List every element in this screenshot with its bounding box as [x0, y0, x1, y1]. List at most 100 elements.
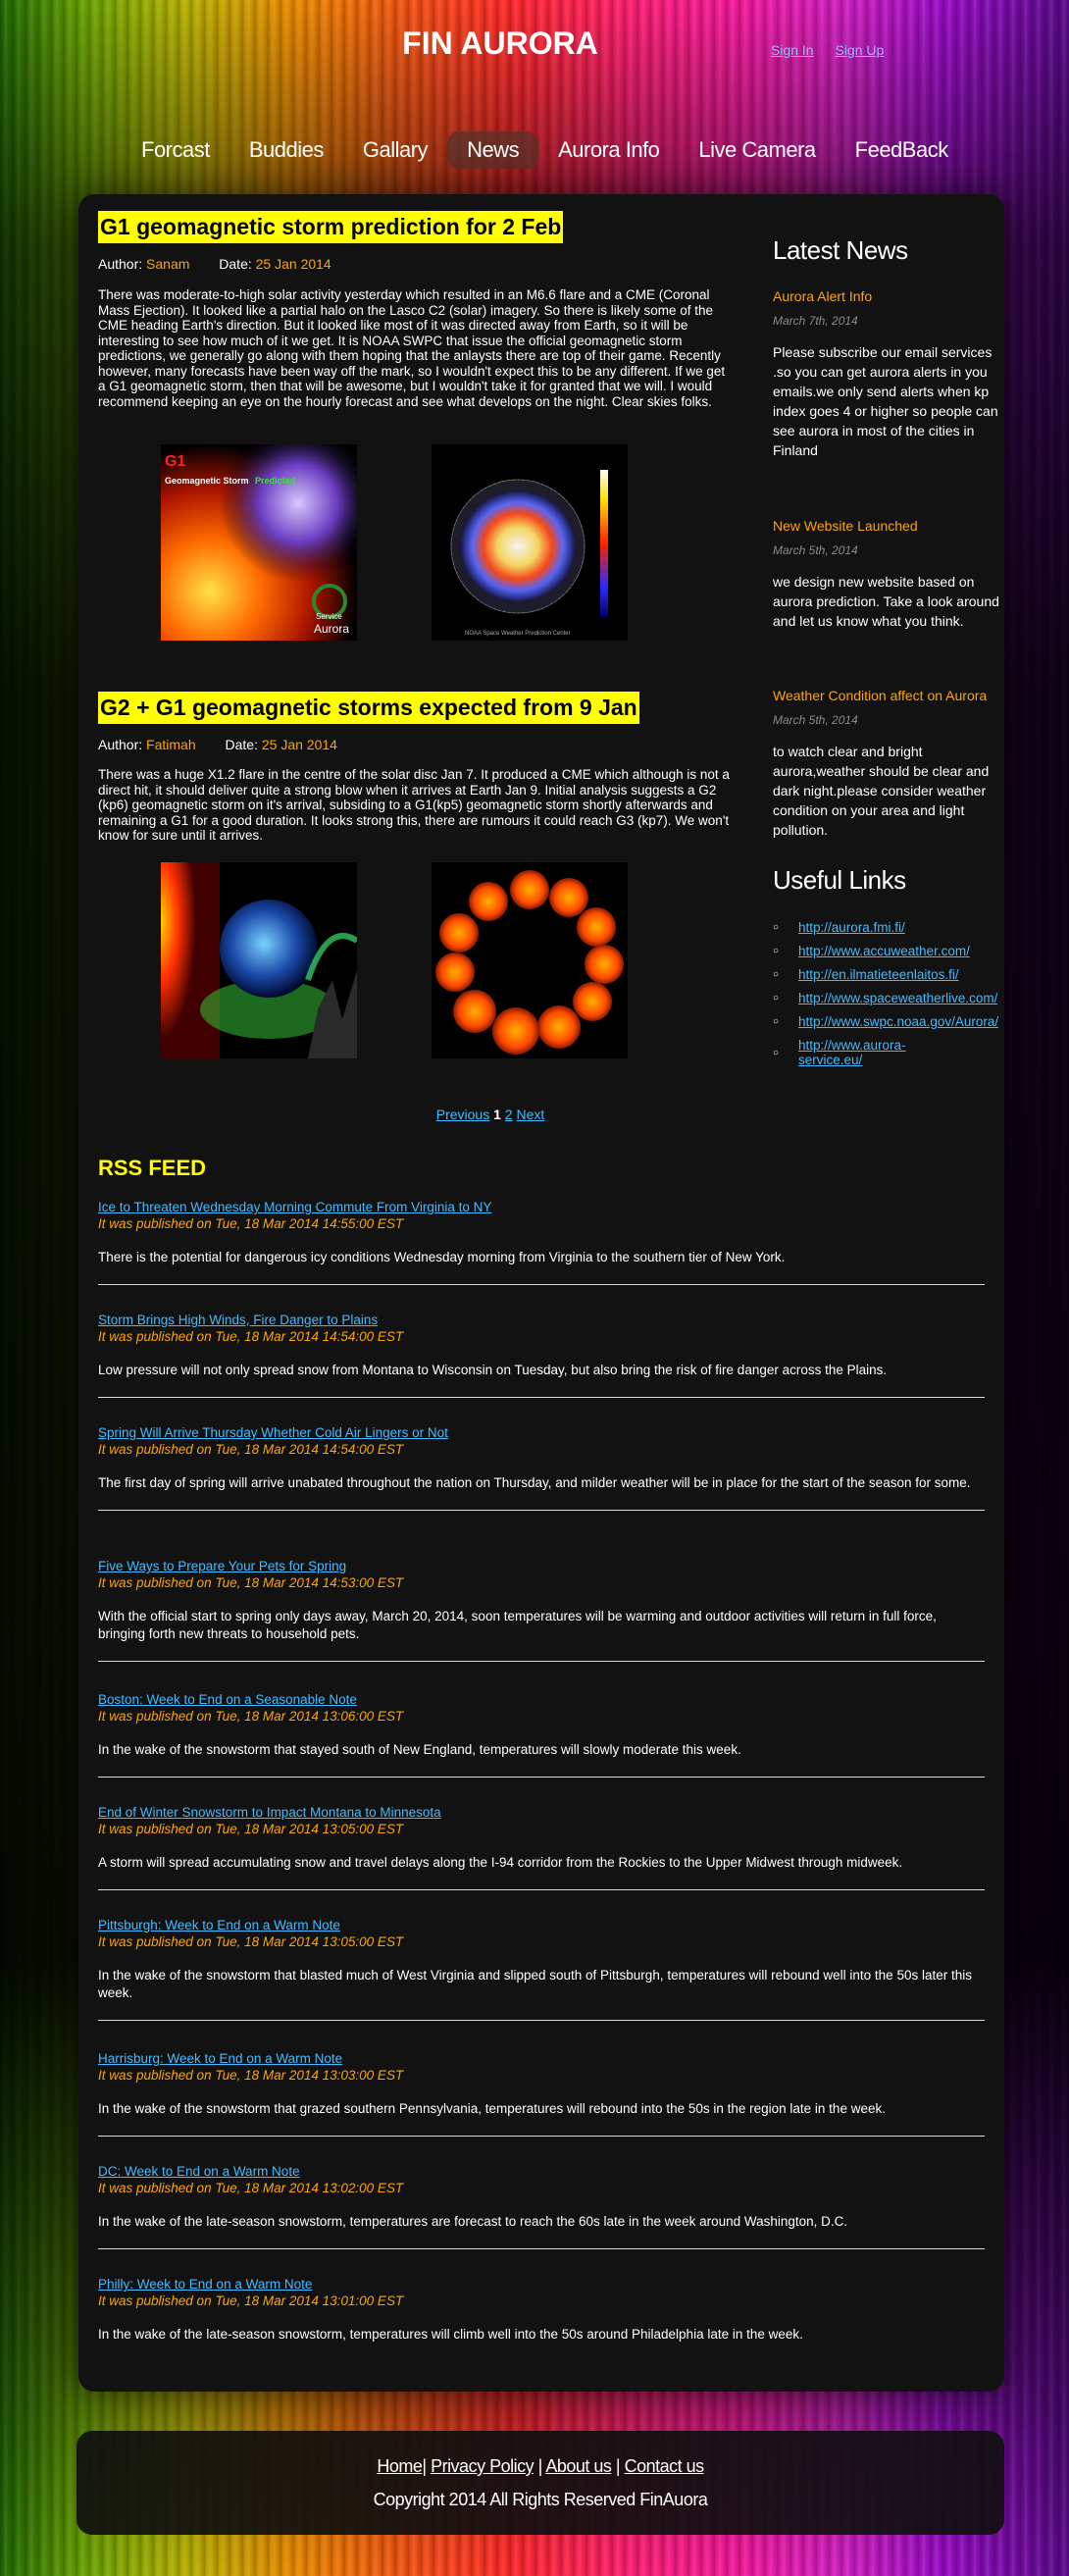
rss-item-description: In the wake of the late-season snowstorm… — [98, 2327, 803, 2342]
list-item: ○ http://aurora.fmi.fi/ — [773, 920, 1004, 935]
nav-item-gallary[interactable]: Gallary — [343, 131, 447, 169]
rss-item-title[interactable]: Storm Brings High Winds, Fire Danger to … — [98, 1313, 985, 1327]
article-title[interactable]: G1 geomagnetic storm prediction for 2 Fe… — [98, 211, 564, 243]
next-page-link[interactable]: Next — [516, 1107, 544, 1122]
bullet-icon: ○ — [773, 969, 780, 980]
footer-separator: | — [537, 2456, 543, 2476]
article-date: 25 Jan 2014 — [255, 256, 331, 272]
bullet-icon: ○ — [773, 993, 780, 1004]
page-2-link[interactable]: 2 — [505, 1107, 513, 1122]
footer-separator: | — [422, 2456, 427, 2476]
sun-earth-image — [161, 862, 357, 1058]
divider — [98, 1397, 985, 1398]
bullet-icon: ○ — [773, 922, 780, 933]
bullet-icon: ○ — [773, 946, 780, 956]
image-storm-text: Geomagnetic Storm — [165, 476, 249, 486]
article-meta: Author: Sanam Date: 25 Jan 2014 — [98, 256, 331, 272]
nav-item-feedback[interactable]: FeedBack — [836, 131, 968, 169]
footer-links: Home| Privacy Policy | About us | Contac… — [76, 2456, 1004, 2477]
news-text: to watch clear and bright aurora,weather… — [773, 744, 990, 838]
rss-item-title[interactable]: DC: Week to End on a Warm Note — [98, 2164, 985, 2179]
list-item: ○ http://www.accuweather.com/ — [773, 944, 1004, 958]
author-name: Fatimah — [146, 737, 196, 752]
rss-item-published: It was published on Tue, 18 Mar 2014 14:… — [98, 1329, 404, 1344]
nav-item-buddies[interactable]: Buddies — [229, 131, 343, 169]
list-item: ○ http://www.swpc.noaa.gov/Aurora/ — [773, 1014, 1004, 1029]
rss-item: Storm Brings High Winds, Fire Danger to … — [98, 1313, 985, 1398]
rss-item-description: A storm will spread accumulating snow an… — [98, 1855, 903, 1870]
divider — [98, 1889, 985, 1890]
article-body: There was moderate-to-high solar activit… — [98, 287, 726, 409]
article-title[interactable]: G2 + G1 geomagnetic storms expected from… — [98, 692, 639, 724]
useful-link[interactable]: http://www.spaceweatherlive.com/ — [798, 991, 997, 1005]
useful-links-list: ○ http://aurora.fmi.fi/ ○ http://www.accuw… — [773, 920, 1004, 1076]
list-item: ○ http://www.spaceweatherlive.com/ — [773, 991, 1004, 1005]
pagination: Previous 1 2 Next — [0, 1107, 981, 1122]
auth-links: Sign In Sign Up — [771, 42, 901, 58]
rss-item: DC: Week to End on a Warm Note It was pu… — [98, 2164, 985, 2249]
news-date: March 5th, 2014 — [773, 713, 858, 727]
footer-about-link[interactable]: About us — [545, 2456, 612, 2476]
author-label: Author: — [98, 256, 143, 272]
useful-link[interactable]: http://www.accuweather.com/ — [798, 944, 970, 958]
rss-item: End of Winter Snowstorm to Impact Montan… — [98, 1805, 985, 1890]
g1-storm-image: G1 Geomagnetic Storm Predicted Service A… — [161, 444, 357, 641]
useful-link[interactable]: http://aurora.fmi.fi/ — [798, 920, 905, 935]
article-meta: Author: Fatimah Date: 25 Jan 2014 — [98, 737, 337, 752]
rss-item-title[interactable]: Five Ways to Prepare Your Pets for Sprin… — [98, 1559, 985, 1573]
divider — [98, 2136, 985, 2137]
divider — [98, 1510, 985, 1511]
rss-item-published: It was published on Tue, 18 Mar 2014 13:… — [98, 1709, 404, 1724]
rss-item-title[interactable]: Boston: Week to End on a Seasonable Note — [98, 1692, 985, 1707]
image-service-text: Service — [316, 612, 342, 621]
rss-item-title[interactable]: Ice to Threaten Wednesday Morning Commut… — [98, 1200, 985, 1214]
nav-item-news[interactable]: News — [447, 131, 539, 169]
rss-item-published: It was published on Tue, 18 Mar 2014 13:… — [98, 2293, 404, 2308]
latest-news-heading: Latest News — [773, 235, 908, 265]
rss-item-title[interactable]: Harrisburg: Week to End on a Warm Note — [98, 2051, 985, 2066]
rss-item-description: The first day of spring will arrive unab… — [98, 1475, 971, 1490]
bullet-icon: ○ — [773, 1016, 780, 1027]
nav-item-forcast[interactable]: Forcast — [122, 131, 229, 169]
rss-item: Boston: Week to End on a Seasonable Note… — [98, 1692, 985, 1777]
rss-item: Harrisburg: Week to End on a Warm Note I… — [98, 2051, 985, 2137]
useful-link[interactable]: http://www.swpc.noaa.gov/Aurora/ — [798, 1014, 998, 1029]
author-name: Sanam — [146, 256, 190, 272]
rss-item-description: Low pressure will not only spread snow f… — [98, 1363, 888, 1377]
footer-separator: | — [615, 2456, 621, 2476]
sign-in-link[interactable]: Sign In — [771, 42, 814, 58]
rss-item: Philly: Week to End on a Warm Note It wa… — [98, 2277, 985, 2344]
footer-privacy-link[interactable]: Privacy Policy — [431, 2456, 534, 2476]
image-aurora-text: Aurora — [314, 622, 349, 636]
news-title[interactable]: New Website Launched — [773, 518, 918, 534]
rss-item-title[interactable]: Pittsburgh: Week to End on a Warm Note — [98, 1918, 985, 1932]
rss-item-title[interactable]: Philly: Week to End on a Warm Note — [98, 2277, 985, 2292]
divider — [98, 2248, 985, 2249]
rss-item-title[interactable]: End of Winter Snowstorm to Impact Montan… — [98, 1805, 985, 1820]
rss-item-title[interactable]: Spring Will Arrive Thursday Whether Cold… — [98, 1425, 985, 1440]
article-date: 25 Jan 2014 — [261, 737, 337, 752]
footer: Home| Privacy Policy | About us | Contac… — [76, 2431, 1004, 2535]
image-g1-text: G1 — [165, 453, 185, 470]
rss-item: Ice to Threaten Wednesday Morning Commut… — [98, 1200, 985, 1285]
nav-item-aurora-info[interactable]: Aurora Info — [538, 131, 679, 169]
footer-home-link[interactable]: Home — [377, 2456, 423, 2476]
news-text: Please subscribe our email services .so … — [773, 344, 998, 458]
useful-link[interactable]: http://en.ilmatieteenlaitos.fi/ — [798, 967, 959, 982]
news-title[interactable]: Aurora Alert Info — [773, 288, 872, 304]
rss-item-description: With the official start to spring only d… — [98, 1609, 937, 1641]
useful-link[interactable]: http://www.aurora-service.eu/ — [798, 1038, 916, 1067]
rss-item-description: In the wake of the snowstorm that stayed… — [98, 1742, 741, 1757]
rss-item: Spring Will Arrive Thursday Whether Cold… — [98, 1425, 985, 1511]
rss-item-published: It was published on Tue, 18 Mar 2014 13:… — [98, 1934, 404, 1949]
news-text: we design new website based on aurora pr… — [773, 574, 999, 629]
rss-item-published: It was published on Tue, 18 Mar 2014 14:… — [98, 1575, 404, 1590]
current-page: 1 — [493, 1107, 501, 1122]
date-label: Date: — [219, 256, 252, 272]
nav-item-live-camera[interactable]: Live Camera — [679, 131, 835, 169]
news-title[interactable]: Weather Condition affect on Aurora — [773, 688, 987, 703]
sign-up-link[interactable]: Sign Up — [835, 42, 884, 58]
footer-contact-link[interactable]: Contact us — [625, 2456, 705, 2476]
previous-page-link[interactable]: Previous — [436, 1107, 489, 1122]
author-label: Author: — [98, 737, 143, 752]
